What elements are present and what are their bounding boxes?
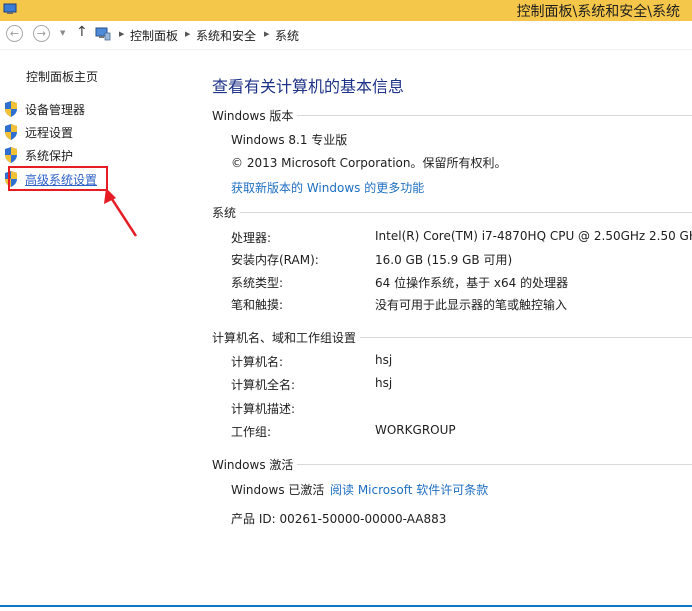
- breadcrumb-separator-icon[interactable]: ▶: [185, 30, 190, 38]
- window-bottom-border: [0, 605, 692, 607]
- processor-value: Intel(R) Core(TM) i7-4870HQ CPU @ 2.50GH…: [375, 229, 692, 243]
- window-title: 控制面板\系统和安全\系统: [516, 4, 680, 20]
- section-title-computer: 计算机名、域和工作组设置: [212, 329, 361, 346]
- computer-name-value: hsj: [375, 353, 393, 367]
- copyright-text: © 2013 Microsoft Corporation。保留所有权利。: [231, 156, 507, 170]
- license-terms-link[interactable]: 阅读 Microsoft 软件许可条款: [330, 481, 488, 498]
- workgroup-value: WORKGROUP: [375, 423, 456, 437]
- system-type-label: 系统类型:: [231, 276, 284, 290]
- ram-label: 安装内存(RAM):: [231, 253, 319, 267]
- pen-touch-label: 笔和触摸:: [231, 298, 284, 312]
- processor-label: 处理器:: [231, 231, 272, 245]
- more-features-link[interactable]: 获取新版本的 Windows 的更多功能: [231, 179, 424, 196]
- pen-touch-value: 没有可用于此显示器的笔或触控输入: [375, 298, 568, 312]
- activation-status: Windows 已激活: [231, 483, 325, 497]
- breadcrumb-system[interactable]: 系统: [275, 27, 299, 44]
- ram-value: 16.0 GB (15.9 GB 可用): [375, 253, 513, 267]
- page-title: 查看有关计算机的基本信息: [212, 77, 405, 96]
- product-id: 产品 ID: 00261-50000-00000-AA883: [231, 512, 447, 526]
- windows-edition-name: Windows 8.1 专业版: [231, 133, 348, 147]
- full-computer-name-label: 计算机全名:: [231, 378, 296, 392]
- section-title-activation: Windows 激活: [212, 456, 298, 473]
- workgroup-label: 工作组:: [231, 425, 272, 439]
- section-title-system: 系统: [212, 204, 241, 221]
- section-title-edition: Windows 版本: [212, 107, 298, 124]
- full-computer-name-value: hsj: [375, 376, 393, 390]
- breadcrumb-separator-icon[interactable]: ▶: [264, 30, 269, 38]
- computer-name-label: 计算机名:: [231, 355, 284, 369]
- computer-description-label: 计算机描述:: [231, 402, 296, 416]
- system-type-value: 64 位操作系统，基于 x64 的处理器: [375, 276, 569, 290]
- section-divider: [212, 212, 692, 213]
- annotation-arrow-icon: [104, 188, 138, 237]
- breadcrumb-system-security[interactable]: 系统和安全: [196, 27, 256, 44]
